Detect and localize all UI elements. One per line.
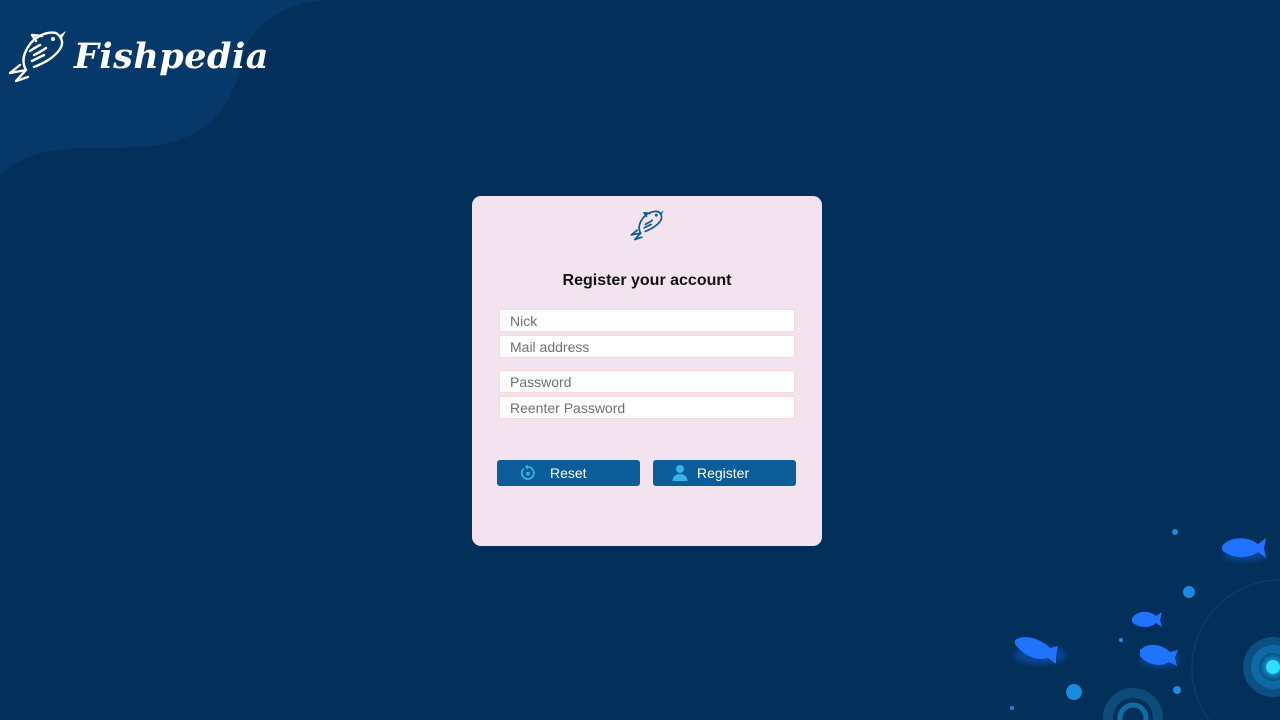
glowing-orb-decoration [1243,637,1280,697]
reset-button[interactable]: Reset [497,460,640,486]
fish-decoration-2 [1132,611,1162,628]
nick-input[interactable] [499,309,795,332]
ring-decoration [1103,688,1163,720]
reenter-password-input[interactable] [499,396,795,419]
fish-logo-icon [8,31,66,83]
fish-decoration-3 [1014,637,1066,664]
brand-logo[interactable]: Fishpedia [6,26,269,86]
form-title: Register your account [562,272,732,289]
mail-address-input[interactable] [499,335,795,358]
user-icon [672,465,688,481]
fish-decoration-4 [1140,644,1180,667]
register-label: Register [697,465,750,481]
reset-label: Reset [550,465,587,481]
password-input[interactable] [499,370,795,393]
page: Fishpedia Register your account Nick Mai… [0,0,1280,720]
reset-icon [520,464,535,480]
brand-name: Fishpedia [74,35,269,77]
fish-decoration-1 [1222,538,1267,561]
fish-logo-icon [630,210,664,241]
register-card: Register your account Reset Register [472,196,822,546]
register-button[interactable]: Register [653,460,796,486]
